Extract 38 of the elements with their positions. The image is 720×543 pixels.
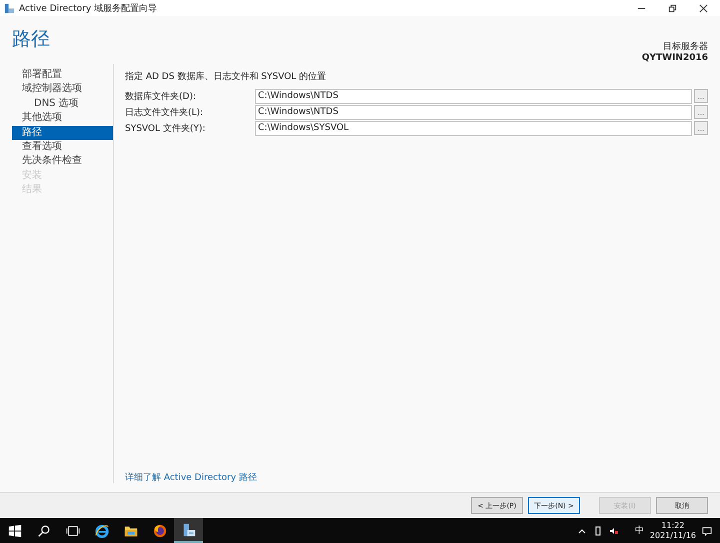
taskbar-app-button[interactable] [174, 518, 203, 543]
path-field[interactable]: C:\Windows\NTDS [255, 104, 692, 120]
sidebar-item[interactable]: 先决条件检查 [12, 154, 113, 169]
search-icon [36, 524, 50, 538]
sidebar-item[interactable]: 其他选项 [12, 111, 113, 126]
path-field[interactable]: C:\Windows\NTDS [255, 88, 692, 104]
app-icon [4, 2, 15, 14]
browse-button[interactable]: ... [694, 105, 708, 119]
sidebar-item[interactable]: 域控制器选项 [12, 82, 113, 97]
browser-e-icon [94, 524, 108, 538]
sidebar-item[interactable]: DNS 选项 [12, 96, 113, 112]
field-label: 数据库文件夹(D): [125, 90, 197, 102]
fox-globe-icon [152, 524, 166, 538]
path-field[interactable]: C:\Windows\SYSVOL [255, 120, 692, 136]
windows-logo-icon [8, 524, 22, 538]
close-icon[interactable] [699, 4, 708, 12]
window-title: Active Directory 域服务配置向导 [19, 2, 158, 14]
browse-button[interactable]: ... [694, 121, 708, 135]
field-label: SYSVOL 文件夹(Y): [125, 122, 206, 134]
device-icon[interactable] [592, 526, 603, 536]
sidebar-item[interactable]: 部署配置 [12, 68, 113, 82]
page-title: 路径 [12, 27, 50, 52]
sidebar-item[interactable]: 路径 [12, 126, 113, 140]
clock[interactable]: 11:22 2021/11/16 [650, 520, 696, 540]
restore-icon[interactable] [668, 4, 677, 12]
notification-icon[interactable] [702, 526, 712, 536]
folder-icon [124, 524, 138, 538]
task-view-icon [66, 524, 80, 538]
speaker-muted-icon[interactable] [608, 526, 619, 536]
target-server-name: QYTWIN2016 [642, 53, 708, 64]
sidebar-item[interactable]: 查看选项 [12, 140, 113, 154]
target-server-label: 目标服务器 [663, 42, 708, 53]
ime-indicator[interactable]: 中 [634, 524, 644, 537]
section-heading: 指定 AD DS 数据库、日志文件和 SYSVOL 的位置 [125, 70, 328, 83]
help-link[interactable]: 详细了解 Active Directory 路径 [125, 471, 708, 484]
server-icon [182, 522, 196, 536]
field-label: 日志文件文件夹(L): [125, 106, 204, 118]
browse-button[interactable]: ... [694, 89, 708, 103]
